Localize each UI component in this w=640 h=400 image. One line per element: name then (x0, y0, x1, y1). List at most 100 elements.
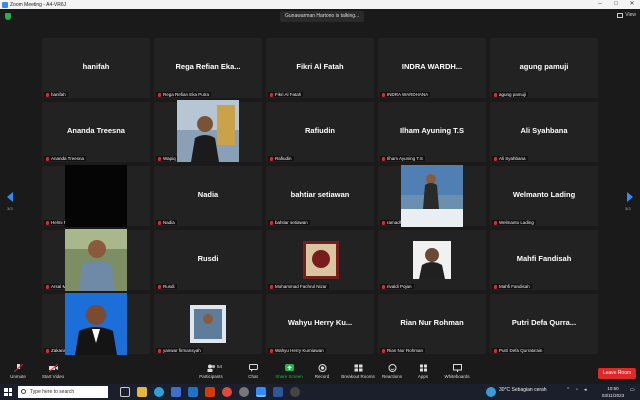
participant-tile[interactable]: Mahfi Fandisah Mahfi Fandisah (489, 229, 599, 291)
participant-tile[interactable]: INDRA WARDH... INDRA WARDHANA (377, 37, 487, 99)
start-video-button[interactable]: Start Video (31, 364, 75, 379)
word-icon[interactable] (273, 387, 283, 397)
video-feed-ramadhan (401, 165, 463, 227)
participant-tile[interactable]: Fikri Al Fatah Fikri Al Fatah (265, 37, 375, 99)
window-title: Zoom Meeting - A4-VR6J (10, 1, 67, 8)
participant-name: rivaldi Pojan (387, 284, 412, 289)
whiteboards-button[interactable]: Whiteboards (435, 364, 479, 379)
weather-sun-icon[interactable] (486, 387, 496, 397)
chrome-icon[interactable] (222, 387, 232, 397)
participant-tile[interactable]: Welmanto Lading Welmanto Lading (489, 165, 599, 227)
participant-tile[interactable]: Rusdi Rusdi (153, 229, 263, 291)
record-label: Record (314, 374, 330, 379)
participant-name: Rusdi (163, 284, 175, 289)
office-icon[interactable] (205, 387, 215, 397)
settings-gear-icon[interactable] (239, 387, 249, 397)
participant-tile[interactable]: Rian Nur Rohman Rian Nur Rohman (377, 293, 487, 355)
apps-icon (419, 364, 427, 372)
participant-tile[interactable]: Ilham Ayuning T.S Ilham Ayuning T.S (377, 101, 487, 163)
participant-name: Mohammad Fachrul Nizar (275, 284, 327, 289)
weather-text[interactable]: 30°C Sebagian cerah (499, 387, 547, 393)
participant-name-label: rivaldi Pojan (380, 284, 414, 289)
participant-name-label: Mahfi Fandisah (492, 284, 532, 289)
participant-tile[interactable]: Ananda Treesna Ananda Treesna (41, 101, 151, 163)
taskbar-search-box[interactable]: Type here to search (18, 386, 108, 398)
whiteboards-label: Whiteboards (444, 374, 470, 379)
participant-name: Rafiudin (275, 156, 292, 161)
zoom-logo-icon (2, 1, 8, 8)
participant-name: Ananda Treesna (51, 156, 85, 161)
share-screen-label: Share Screen (275, 374, 303, 379)
participant-tile[interactable]: Wahyu Herry Ku... Wahyu Herry Kurniawan (265, 293, 375, 355)
taskbar-clock[interactable]: 10:50 03/11/2023 (598, 385, 628, 399)
muted-mic-icon (158, 284, 161, 289)
video-feed-wapiq (177, 100, 239, 162)
participant-display-name: hanifah (82, 62, 110, 71)
volume-icon[interactable]: ◂ (584, 387, 587, 393)
muted-mic-icon (270, 92, 273, 97)
video-feed-yanwar (190, 305, 226, 343)
video-feed-arsal (65, 229, 127, 291)
participant-name-label: Nadia (156, 220, 177, 225)
meeting-top-strip: Gunawarman Hartono is talking... View (0, 9, 640, 25)
muted-mic-icon (494, 220, 497, 225)
store-icon[interactable] (171, 387, 181, 397)
participant-display-name: Putri Defa Qurra... (511, 318, 577, 327)
search-placeholder: Type here to search (30, 389, 75, 395)
view-button[interactable]: View (617, 12, 636, 18)
participant-name: Nadia (163, 220, 175, 225)
participant-name-label: Putri Defa Qurrata'ain (492, 348, 545, 353)
participant-name: Ali Syahbana (499, 156, 526, 161)
participant-display-name: Wahyu Herry Ku... (287, 318, 353, 327)
muted-mic-icon (382, 220, 385, 225)
participant-display-name: bahtiar setiawan (290, 190, 350, 199)
muted-mic-icon (270, 156, 273, 161)
task-view-icon[interactable] (120, 387, 130, 397)
participants-count: 54 (217, 364, 223, 369)
minimize-button[interactable]: – (592, 0, 608, 9)
participant-name: Rian Nur Rohman (387, 348, 424, 353)
muted-mic-icon (46, 348, 49, 353)
participant-name-label: hanifah (44, 92, 68, 97)
video-feed-zakaria (65, 293, 127, 355)
maximize-button[interactable]: □ (608, 0, 624, 9)
window-titlebar: Zoom Meeting - A4-VR6J – □ ✕ (0, 0, 640, 9)
participant-tile[interactable]: agung pamuji agung pamuji (489, 37, 599, 99)
app-icon[interactable] (290, 387, 300, 397)
muted-mic-icon (46, 284, 49, 289)
participant-tile[interactable]: Rega Refian Eka... Rega Refian Eka Putra (153, 37, 263, 99)
close-button[interactable]: ✕ (624, 0, 640, 9)
participant-tile[interactable]: Putri Defa Qurra... Putri Defa Qurrata'ai… (489, 293, 599, 355)
notifications-icon[interactable]: ▭ (630, 387, 635, 393)
record-icon (318, 364, 326, 372)
participant-tile[interactable]: bahtiar setiawan bahtiar setiawan (265, 165, 375, 227)
participant-tile[interactable]: Ali Syahbana Ali Syahbana (489, 101, 599, 163)
mail-icon[interactable] (188, 387, 198, 397)
windows-start-icon[interactable] (4, 388, 12, 396)
video-feed-fachrul (303, 241, 339, 279)
participants-button[interactable]: Participants (189, 364, 233, 379)
whiteboards-icon (452, 364, 462, 372)
muted-mic-icon (382, 284, 385, 289)
participant-name: Rega Refian Eka Putra (163, 92, 210, 97)
next-page-arrow-icon[interactable] (627, 192, 633, 202)
muted-mic-icon (270, 220, 273, 225)
tray-overflow-icon[interactable]: ⌃ (566, 387, 570, 393)
participant-tile[interactable]: Nadia Nadia (153, 165, 263, 227)
participant-name-label: Rafiudin (268, 156, 294, 161)
participant-tile[interactable]: hanifah hanifah (41, 37, 151, 99)
participant-tile[interactable]: Rafiudin Rafiudin (265, 101, 375, 163)
participant-display-name: Welmanto Lading (512, 190, 576, 199)
participant-display-name: Nadia (197, 190, 219, 199)
network-icon[interactable]: ◔ (575, 387, 578, 393)
participant-name-label: Ali Syahbana (492, 156, 528, 161)
muted-mic-icon (270, 284, 273, 289)
shield-icon[interactable] (5, 13, 11, 20)
explorer-icon[interactable] (137, 387, 147, 397)
zoom-taskbar-icon[interactable] (256, 387, 266, 397)
leave-room-button[interactable]: Leave Room (598, 368, 636, 379)
previous-page-arrow-icon[interactable] (7, 192, 13, 202)
participant-name-label: Fikri Al Fatah (268, 92, 304, 97)
edge-icon[interactable] (154, 387, 164, 397)
video-feed-rivaldi (413, 241, 451, 279)
